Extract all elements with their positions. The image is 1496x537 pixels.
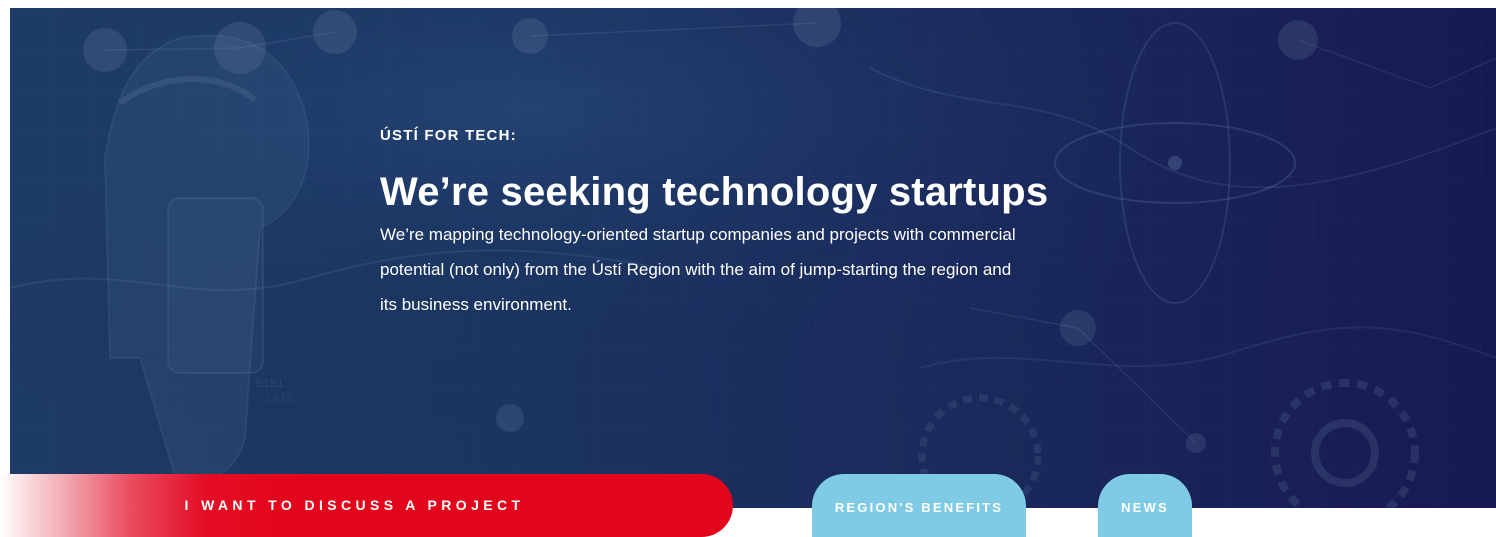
hero-description: We’re mapping technology-oriented startu…: [380, 217, 1130, 322]
hero-description-line-3: its business environment.: [380, 295, 572, 314]
hero-content: ÚSTÍ FOR TECH: We’re seeking technology …: [380, 126, 1140, 322]
hero-banner: 0101 1010 ÚSTÍ FOR TECH: We’re seeking t…: [10, 8, 1496, 508]
region-benefits-label: REGION'S BENEFITS: [834, 500, 1004, 515]
svg-text:1010: 1010: [265, 392, 294, 406]
hero-description-line-2: potential (not only) from the Ústí Regio…: [380, 260, 1012, 279]
page: 0101 1010 ÚSTÍ FOR TECH: We’re seeking t…: [0, 0, 1496, 537]
hero-title: We’re seeking technology startups: [380, 170, 1049, 214]
discuss-project-button[interactable]: I WANT TO DISCUSS A PROJECT: [0, 474, 733, 537]
discuss-project-label: I WANT TO DISCUSS A PROJECT: [184, 497, 525, 513]
hero-description-line-1: We’re mapping technology-oriented startu…: [380, 225, 1016, 244]
news-label: NEWS: [1121, 500, 1169, 515]
region-benefits-button[interactable]: REGION'S BENEFITS: [812, 474, 1026, 537]
news-button[interactable]: NEWS: [1098, 474, 1192, 537]
svg-text:0101: 0101: [255, 377, 284, 391]
hero-eyebrow: ÚSTÍ FOR TECH:: [380, 127, 517, 144]
